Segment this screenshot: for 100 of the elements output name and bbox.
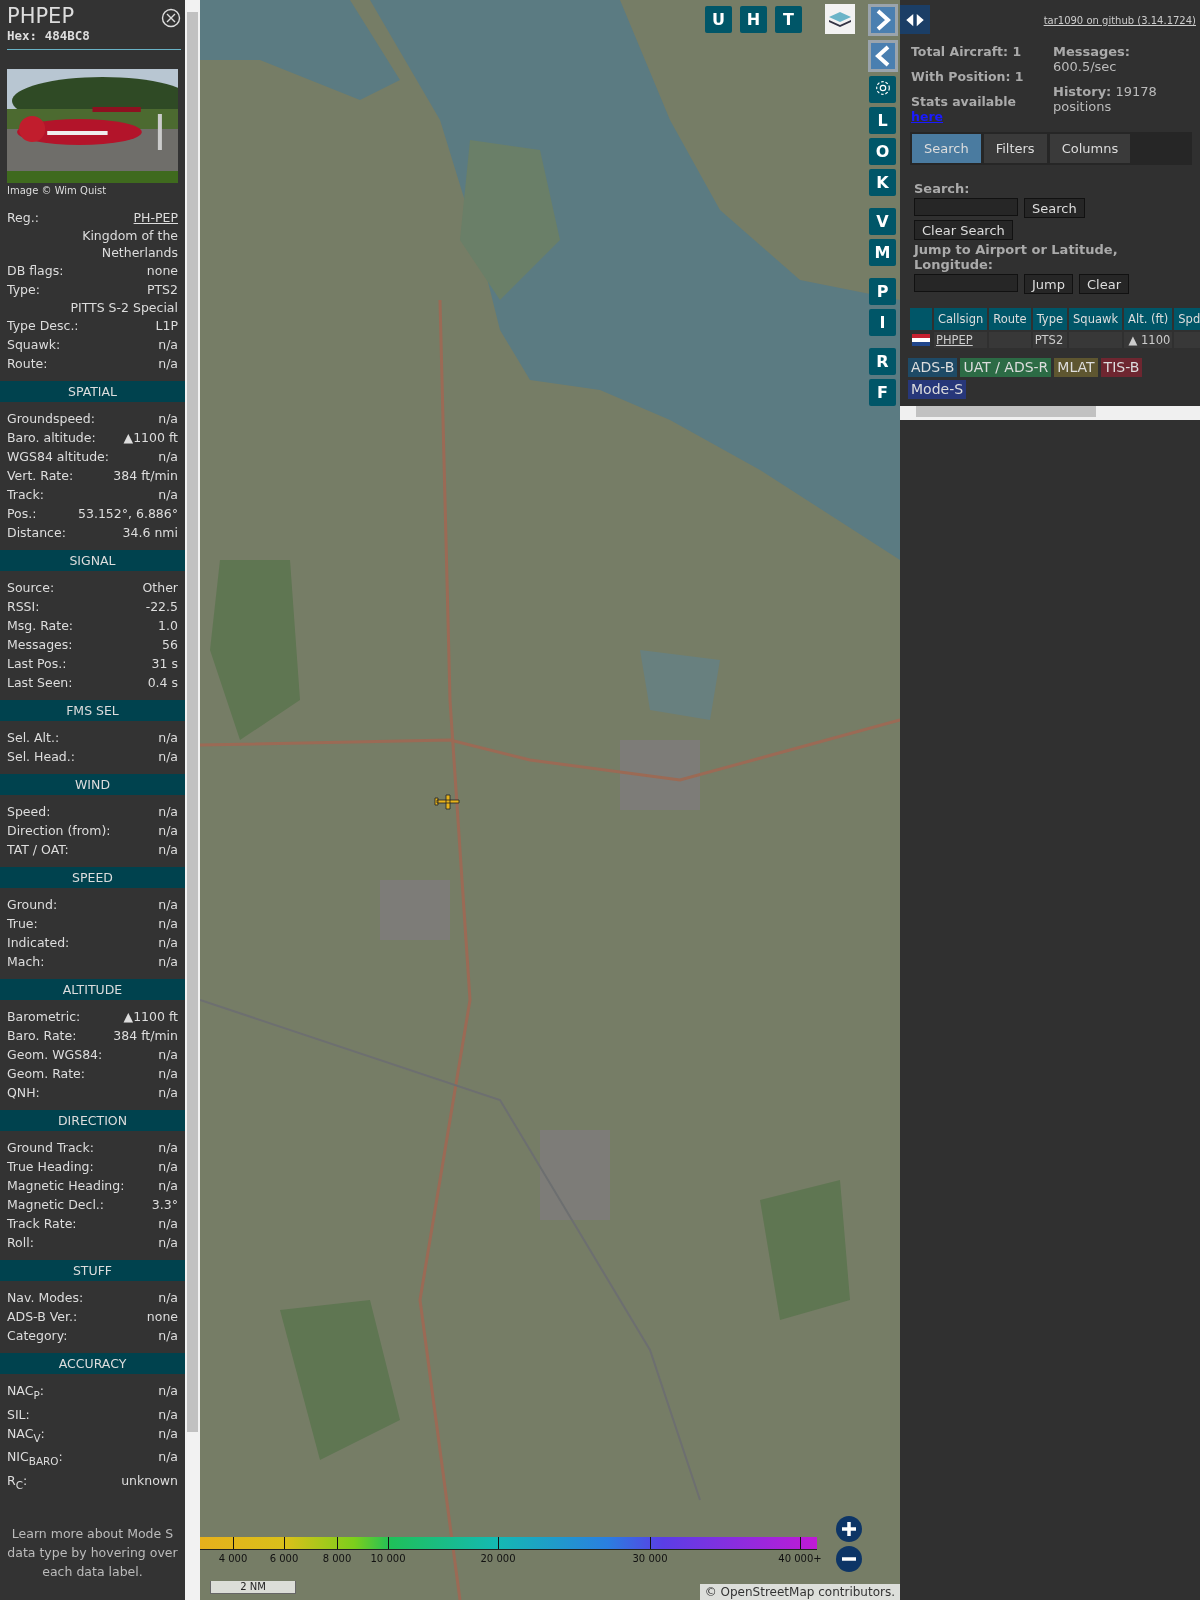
field-value: 0.4 s	[147, 674, 178, 692]
clear-search-button[interactable]: Clear Search	[914, 220, 1013, 240]
registration-link[interactable]: PH-PEP	[133, 208, 178, 227]
section-header: DIRECTION	[0, 1110, 185, 1131]
field-label: RSSI:	[7, 598, 40, 616]
field-label: Geom. WGS84:	[7, 1046, 103, 1064]
column-header[interactable]: Alt. (ft)	[1124, 308, 1173, 330]
map-attribution: © OpenStreetMap contributors.	[699, 1584, 900, 1600]
field-label: NAC$_{V}$:	[7, 1424, 45, 1445]
field-label: WGS84 altitude:	[7, 448, 110, 466]
field-value: n/a	[158, 486, 178, 504]
map-option-button[interactable]: O	[869, 138, 896, 165]
source-tag: Mode-S	[908, 380, 967, 399]
column-header[interactable]: Callsign	[934, 308, 988, 330]
field-value: n/a	[158, 1234, 178, 1252]
field-value: Other	[142, 579, 178, 597]
altitude-label: 4 000	[218, 1553, 248, 1564]
field-label: QNH:	[7, 1084, 40, 1102]
aircraft-title: PHPEP	[7, 4, 76, 28]
clear-button[interactable]: Clear	[1079, 274, 1129, 294]
field-label: TAT / OAT:	[7, 841, 69, 859]
column-header[interactable]: Spd	[1174, 308, 1200, 330]
hex-code: 484BC8	[44, 28, 90, 43]
field-label: Roll:	[7, 1234, 34, 1252]
field-label: Barometric:	[7, 1008, 81, 1026]
field-value: n/a	[158, 1327, 178, 1345]
field-label: Squawk:	[7, 336, 61, 354]
field-label: Magnetic Decl.:	[7, 1196, 105, 1214]
search-label: Search:	[914, 181, 971, 196]
field-value: n/a	[158, 729, 178, 747]
map-option-button[interactable]: I	[869, 309, 896, 336]
field-value: n/a	[158, 934, 178, 952]
field-label: Sel. Head.:	[7, 748, 75, 766]
section-header: SPEED	[0, 867, 185, 888]
field-value: n/a	[158, 410, 178, 428]
altitude-label: 30 000	[632, 1553, 668, 1564]
map-toggle-button[interactable]: T	[775, 6, 802, 33]
field-value: none	[146, 1308, 178, 1326]
field-value: n/a	[158, 803, 178, 821]
section-header: WIND	[0, 774, 185, 795]
field-label: Reg.:	[7, 209, 39, 227]
field-label: Source:	[7, 579, 55, 597]
field-label: Last Pos.:	[7, 655, 67, 673]
section-header: ACCURACY	[0, 1353, 185, 1374]
altitude-label: 10 000	[370, 1553, 406, 1564]
field-value: n/a	[158, 953, 178, 971]
field-value: n/a	[158, 1177, 178, 1195]
field-label: Sel. Alt.:	[7, 729, 60, 747]
field-value: ▲1100 ft	[123, 429, 178, 447]
map-toggle-button[interactable]: H	[740, 6, 767, 33]
messages-label: Messages:	[1053, 44, 1131, 59]
field-value: 34.6 nmi	[122, 524, 178, 542]
field-value: n/a	[158, 822, 178, 840]
column-header[interactable]: Route	[989, 308, 1031, 330]
field-label: Magnetic Heading:	[7, 1177, 125, 1195]
search-button[interactable]: Search	[1024, 198, 1085, 218]
field-label: Nav. Modes:	[7, 1289, 84, 1307]
field-label: True:	[7, 915, 38, 933]
field-value: n/a	[158, 1084, 178, 1102]
tab[interactable]: Columns	[1049, 134, 1131, 163]
column-header[interactable]: Type	[1032, 308, 1068, 330]
field-label: Vert. Rate:	[7, 467, 74, 485]
map-option-button[interactable]: M	[869, 239, 896, 266]
field-value: PTS2	[146, 281, 178, 299]
field-label: Direction (from):	[7, 822, 111, 840]
field-label: Geom. Rate:	[7, 1065, 86, 1083]
github-link[interactable]: tar1090 on github (3.14.1724)	[1043, 15, 1196, 26]
field-label: R$_{C}$:	[7, 1471, 28, 1492]
field-value: n/a	[158, 1158, 178, 1176]
map-option-button[interactable]: V	[869, 208, 896, 235]
field-label: Msg. Rate:	[7, 617, 74, 635]
section-header: ALTITUDE	[0, 979, 185, 1000]
field-label: Ground Track:	[7, 1139, 94, 1157]
field-label: Baro. altitude:	[7, 429, 96, 447]
map-option-button[interactable]: L	[869, 107, 896, 134]
field-label: Groundspeed:	[7, 410, 95, 428]
field-value: PITTS S-2 Special	[70, 299, 178, 316]
field-value: -22.5	[145, 598, 178, 616]
field-label: Pos.:	[7, 505, 37, 523]
field-value: n/a	[158, 896, 178, 914]
map-option-button[interactable]: F	[869, 379, 896, 406]
jump-button[interactable]: Jump	[1024, 274, 1073, 294]
section-header: SIGNAL	[0, 550, 185, 571]
altitude-label: 8 000	[322, 1553, 352, 1564]
map-option-button[interactable]: R	[869, 348, 896, 375]
field-label: Route:	[7, 355, 48, 373]
field-value: n/a	[158, 1382, 178, 1400]
field-value: n/a	[158, 336, 178, 354]
field-value: n/a	[158, 355, 178, 373]
map-toggle-button[interactable]: U	[705, 6, 732, 33]
tab[interactable]: Filters	[983, 134, 1047, 163]
map-option-button[interactable]: K	[869, 169, 896, 196]
field-label: Baro. Rate:	[7, 1027, 77, 1045]
column-header[interactable]: Squawk	[1069, 308, 1123, 330]
photo-credit: Image © Wim Quist	[7, 185, 108, 196]
field-value: unknown	[121, 1471, 178, 1490]
altitude-label: 6 000	[269, 1553, 299, 1564]
hex-label: Hex:	[7, 28, 38, 43]
field-value: n/a	[158, 748, 178, 766]
map-option-button[interactable]: P	[869, 278, 896, 305]
